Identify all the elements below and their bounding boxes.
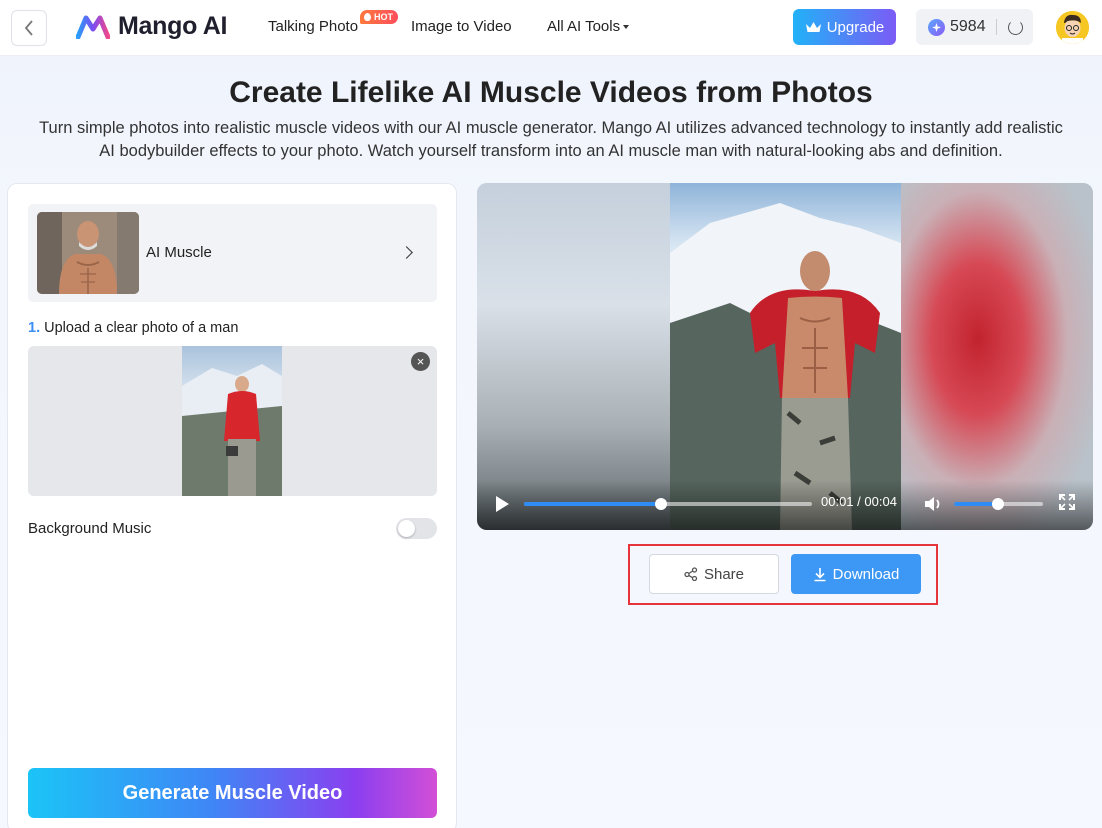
duration: 00:04 bbox=[864, 494, 897, 509]
upload-step-label: 1. Upload a clear photo of a man bbox=[28, 320, 238, 336]
refresh-icon[interactable] bbox=[1007, 19, 1023, 35]
share-label: Share bbox=[703, 565, 745, 583]
video-blur-left bbox=[477, 183, 670, 530]
progress-fill bbox=[524, 502, 662, 506]
share-icon bbox=[684, 567, 698, 581]
time-separator: / bbox=[857, 494, 861, 509]
subtitle-line-2: AI bodybuilder effects to your photo. Wa… bbox=[99, 142, 1003, 160]
progress-knob[interactable] bbox=[655, 498, 668, 510]
generator-panel: AI Muscle 1. Upload a clear photo of a m… bbox=[7, 183, 457, 828]
caret-down-icon bbox=[623, 25, 630, 30]
page-subtitle: Turn simple photos into realistic muscle… bbox=[0, 117, 1102, 163]
uploaded-photo bbox=[182, 346, 282, 496]
nav-all-ai-tools-label: All AI Tools bbox=[547, 18, 621, 35]
volume-knob[interactable] bbox=[991, 498, 1004, 510]
upgrade-button[interactable]: Upgrade bbox=[793, 9, 896, 45]
back-button[interactable] bbox=[11, 10, 47, 46]
back-icon bbox=[24, 20, 33, 36]
hot-badge: HOT bbox=[360, 10, 398, 24]
brand-name: Mango AI bbox=[118, 12, 228, 40]
video-blur-right bbox=[901, 183, 1093, 530]
generate-button[interactable]: Generate Muscle Video bbox=[28, 768, 437, 818]
video-frame bbox=[670, 183, 901, 530]
volume-slider[interactable] bbox=[954, 498, 1043, 510]
progress-bar[interactable] bbox=[524, 498, 812, 510]
nav-talking-photo[interactable]: Talking Photo bbox=[268, 18, 358, 35]
step-number: 1. bbox=[28, 320, 41, 336]
current-time: 00:01 bbox=[821, 494, 854, 509]
step-text: Upload a clear photo of a man bbox=[40, 320, 239, 336]
toggle-knob bbox=[398, 520, 415, 537]
volume-icon[interactable] bbox=[923, 495, 943, 513]
background-music-toggle[interactable] bbox=[396, 518, 437, 539]
upgrade-label: Upgrade bbox=[826, 18, 885, 36]
download-icon bbox=[814, 567, 826, 581]
top-nav-bar: Mango AI Talking Photo HOT Image to Vide… bbox=[0, 0, 1102, 56]
play-icon[interactable] bbox=[496, 496, 509, 512]
brand-logo[interactable]: Mango AI bbox=[76, 12, 227, 41]
nav-image-to-video[interactable]: Image to Video bbox=[411, 18, 512, 35]
time-display: 00:01 / 00:04 bbox=[821, 494, 897, 509]
avatar[interactable] bbox=[1056, 11, 1089, 44]
video-controls: 00:01 / 00:04 bbox=[477, 480, 1093, 530]
page-title: Create Lifelike AI Muscle Videos from Ph… bbox=[229, 76, 873, 109]
effect-thumbnail bbox=[37, 212, 139, 294]
video-player[interactable]: 00:01 / 00:04 bbox=[477, 183, 1093, 530]
remove-photo-button[interactable]: × bbox=[411, 352, 430, 371]
effect-name: AI Muscle bbox=[146, 244, 212, 261]
download-label: Download bbox=[832, 565, 900, 583]
upload-area[interactable]: × bbox=[28, 346, 437, 496]
nav-all-ai-tools[interactable]: All AI Tools bbox=[547, 18, 630, 35]
mango-logo-icon bbox=[76, 15, 110, 39]
divider bbox=[995, 19, 997, 35]
crown-icon bbox=[805, 22, 821, 32]
credits-display[interactable]: 5984 bbox=[916, 9, 1033, 45]
credit-icon bbox=[928, 18, 945, 36]
chevron-right-icon bbox=[400, 246, 413, 259]
download-button[interactable]: Download bbox=[791, 554, 921, 594]
credits-count: 5984 bbox=[950, 18, 986, 35]
background-music-label: Background Music bbox=[28, 520, 152, 537]
subtitle-line-1: Turn simple photos into realistic muscle… bbox=[39, 119, 1063, 137]
fullscreen-icon[interactable] bbox=[1058, 493, 1076, 511]
share-button[interactable]: Share bbox=[649, 554, 779, 594]
effect-selector[interactable]: AI Muscle bbox=[28, 204, 437, 302]
